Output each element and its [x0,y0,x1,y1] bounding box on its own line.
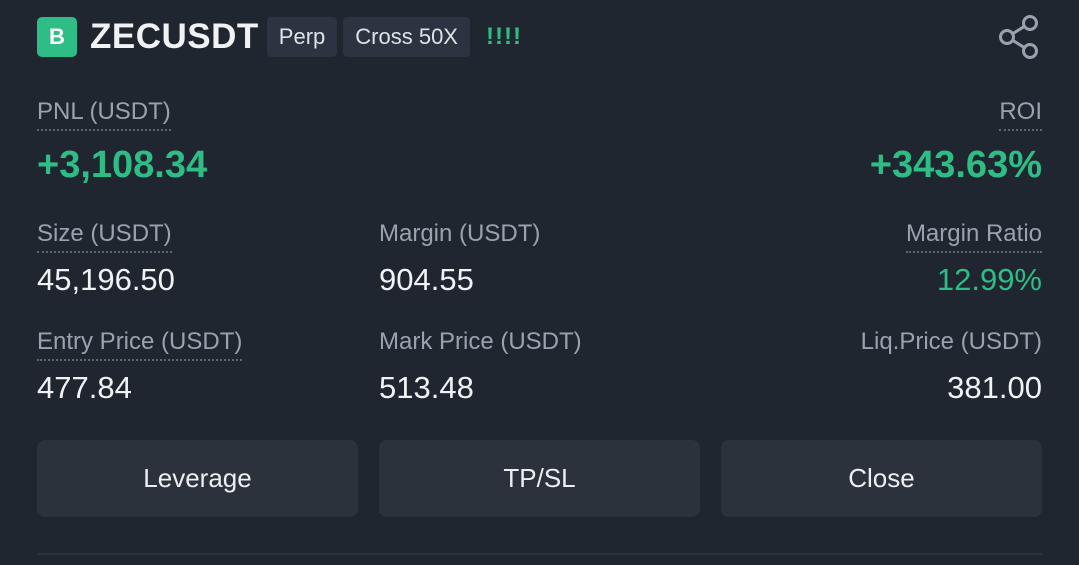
margin-ratio-value: 12.99% [936,262,1042,297]
leverage-button[interactable]: Leverage [37,440,358,517]
pnl-label[interactable]: PNL (USDT) [37,98,171,131]
position-card: B ZECUSDT Perp Cross 50X !!!! PNL (USDT)… [0,0,1079,565]
margin-mode-tag[interactable]: Cross 50X [343,17,470,57]
entry-price-label[interactable]: Entry Price (USDT) [37,328,243,361]
risk-indicator: !!!! [485,23,522,50]
liq-price-value: 381.00 [947,370,1042,405]
mark-price-value: 513.48 [379,370,474,405]
pnl-value: +3,108.34 [37,144,208,186]
margin-value: 904.55 [379,262,474,297]
margin-ratio-label[interactable]: Margin Ratio [905,220,1042,253]
margin-label: Margin (USDT) [379,220,541,247]
position-header: B ZECUSDT Perp Cross 50X !!!! [37,16,522,58]
share-icon[interactable] [995,14,1043,60]
close-position-button[interactable]: Close [721,440,1042,517]
side-badge: B [37,17,77,57]
contract-type-tag: Perp [266,17,338,57]
size-value: 45,196.50 [37,262,175,297]
tpsl-button[interactable]: TP/SL [379,440,700,517]
symbol-title[interactable]: ZECUSDT [90,17,259,57]
section-divider [37,553,1043,555]
roi-label[interactable]: ROI [999,98,1042,131]
size-label[interactable]: Size (USDT) [37,220,172,253]
liq-price-label: Liq.Price (USDT) [860,328,1042,355]
mark-price-label: Mark Price (USDT) [379,328,582,355]
entry-price-value: 477.84 [37,370,132,405]
roi-value: +343.63% [869,144,1042,186]
